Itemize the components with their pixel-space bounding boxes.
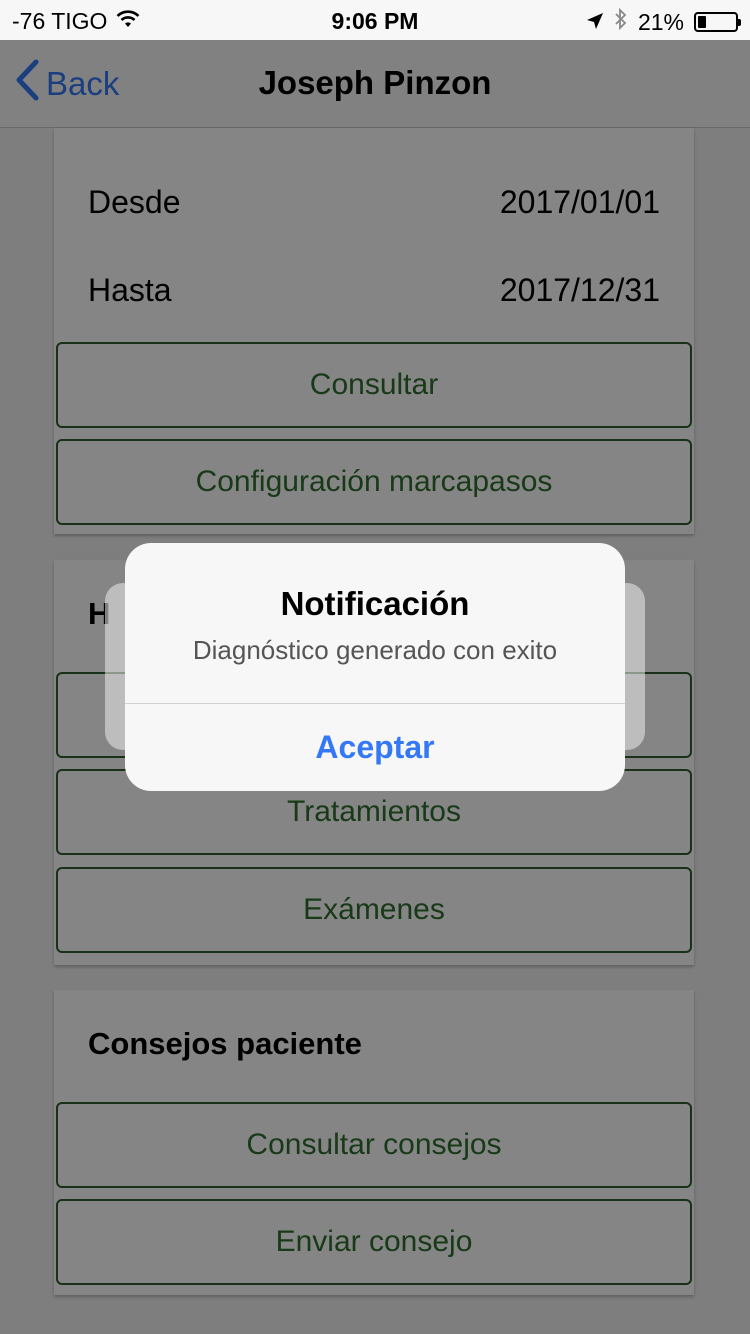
notification-alert: Notificación Diagnóstico generado con ex… xyxy=(125,543,625,791)
battery-icon xyxy=(694,12,741,32)
battery-percent: 21% xyxy=(637,8,684,35)
status-right: 21% xyxy=(586,7,741,36)
bluetooth-icon xyxy=(614,7,628,36)
battery-fill xyxy=(698,16,706,28)
alert-title: Notificación xyxy=(280,585,470,622)
screen: -76 TIGO 9:06 PM 21% Back Joseph Pinzon … xyxy=(0,0,750,1334)
alert-message: Diagnóstico generado con exito xyxy=(192,635,558,665)
location-arrow-icon xyxy=(586,9,604,36)
accept-button[interactable]: Aceptar xyxy=(125,704,625,791)
status-bar: -76 TIGO 9:06 PM 21% xyxy=(0,0,750,40)
